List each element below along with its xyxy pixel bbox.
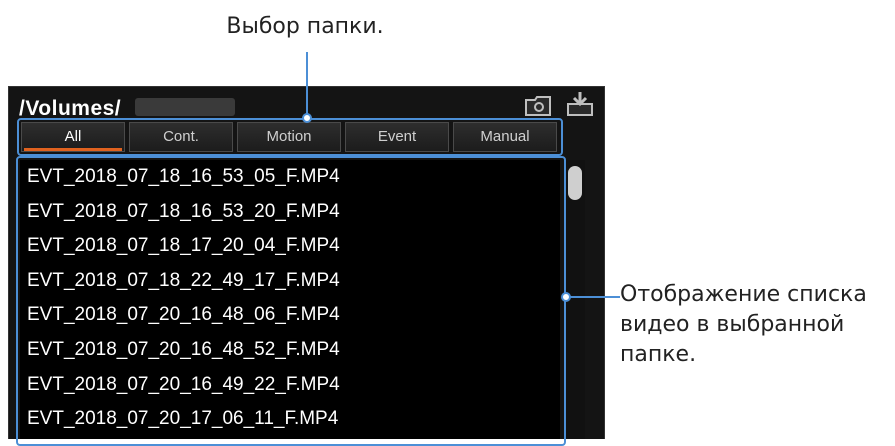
leader-dot-right [561, 292, 571, 302]
scrollbar-thumb[interactable] [568, 166, 582, 200]
folder-icon[interactable] [524, 94, 554, 118]
tabs-highlight-frame [17, 118, 563, 156]
leader-dot-top [302, 113, 312, 123]
leader-line-top [306, 52, 308, 116]
callout-video-list: Отображение списка видео в выбранной пап… [620, 282, 867, 367]
callout-folder-select: Выбор папки. [226, 14, 384, 39]
download-icon[interactable] [564, 90, 596, 118]
leader-line-right [566, 296, 620, 298]
redacted-folder-name [135, 98, 235, 116]
list-highlight-frame [16, 156, 566, 446]
